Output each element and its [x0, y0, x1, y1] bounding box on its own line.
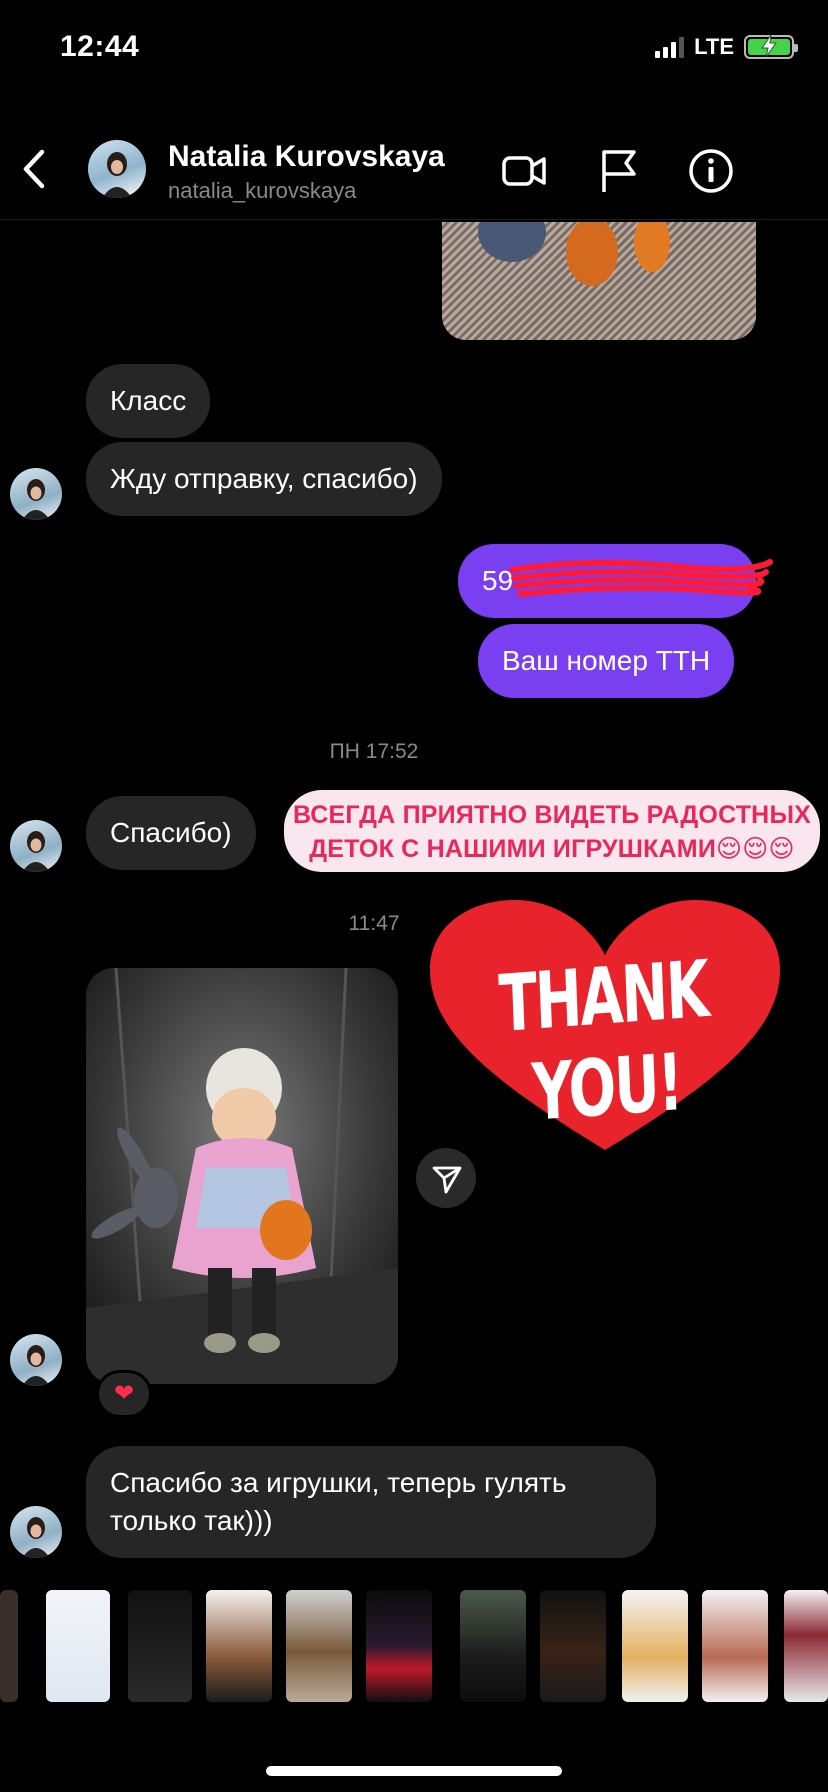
avatar[interactable] [10, 1506, 62, 1558]
message-outgoing[interactable]: Ваш номер ТТН [478, 624, 735, 698]
battery-icon [744, 35, 798, 59]
status-time: 12:44 [60, 30, 140, 63]
thumbnail[interactable] [784, 1590, 828, 1702]
info-icon[interactable] [686, 146, 736, 196]
thumbnail[interactable] [366, 1590, 432, 1702]
home-indicator[interactable] [266, 1766, 562, 1776]
thumbnail[interactable] [460, 1590, 526, 1702]
shared-photo-child[interactable] [86, 968, 398, 1384]
send-icon [432, 1166, 462, 1194]
timestamp: ПН 17:52 [329, 740, 419, 763]
contact-name[interactable]: Natalia Kurovskaya [168, 140, 445, 174]
status-indicators: LTE [655, 34, 798, 60]
redaction-scribble [509, 559, 773, 597]
thumbnail[interactable] [286, 1590, 352, 1702]
sticker-text: THANK YOU! [497, 944, 710, 1140]
thumbnail[interactable] [206, 1590, 272, 1702]
thumbnail[interactable] [622, 1590, 688, 1702]
thumbnail[interactable] [540, 1590, 606, 1702]
chat-header: Natalia Kurovskaya natalia_kurovskaya [0, 120, 828, 220]
thumbnail-strip [0, 1584, 828, 1704]
message-line: только так))) [110, 1505, 273, 1536]
thumbnail[interactable] [702, 1590, 768, 1702]
shared-photo-top[interactable] [442, 222, 756, 340]
caption-line: ВСЕГДА ПРИЯТНО ВИДЕТЬ РАДОСТНЫХ [292, 801, 811, 829]
flag-icon[interactable] [594, 146, 644, 196]
message-incoming[interactable]: Жду отправку, спасибо) [86, 442, 442, 516]
thumbnail[interactable] [128, 1590, 192, 1702]
back-icon[interactable] [14, 144, 54, 194]
thank-you-heart-sticker: THANK YOU! [430, 900, 780, 1160]
avatar[interactable] [10, 468, 62, 520]
overlay-caption: ВСЕГДА ПРИЯТНО ВИДЕТЬ РАДОСТНЫХ ДЕТОК С … [284, 790, 820, 872]
contact-handle[interactable]: natalia_kurovskaya [168, 178, 356, 204]
message-incoming[interactable]: Класс [86, 364, 211, 438]
avatar[interactable] [10, 1334, 62, 1386]
heart-reaction-icon: ❤ [113, 1380, 135, 1407]
signal-icon [655, 36, 685, 58]
network-label: LTE [694, 34, 734, 59]
message-incoming[interactable]: Спасибо) [86, 796, 256, 870]
avatar[interactable] [10, 820, 62, 872]
message-incoming[interactable]: Спасибо за игрушки, теперь гулять только… [86, 1446, 656, 1558]
thumbnail[interactable] [0, 1590, 18, 1702]
reaction-badge[interactable]: ❤ [96, 1370, 152, 1418]
message-line: Спасибо за игрушки, теперь гулять [110, 1467, 567, 1498]
share-button[interactable] [416, 1148, 476, 1208]
thumbnail[interactable] [46, 1590, 110, 1702]
video-call-icon[interactable] [500, 146, 550, 196]
avatar[interactable] [88, 140, 146, 198]
caption-line: ДЕТОК С НАШИМИ ИГРУШКАМИ😌😌😌 [309, 835, 795, 863]
